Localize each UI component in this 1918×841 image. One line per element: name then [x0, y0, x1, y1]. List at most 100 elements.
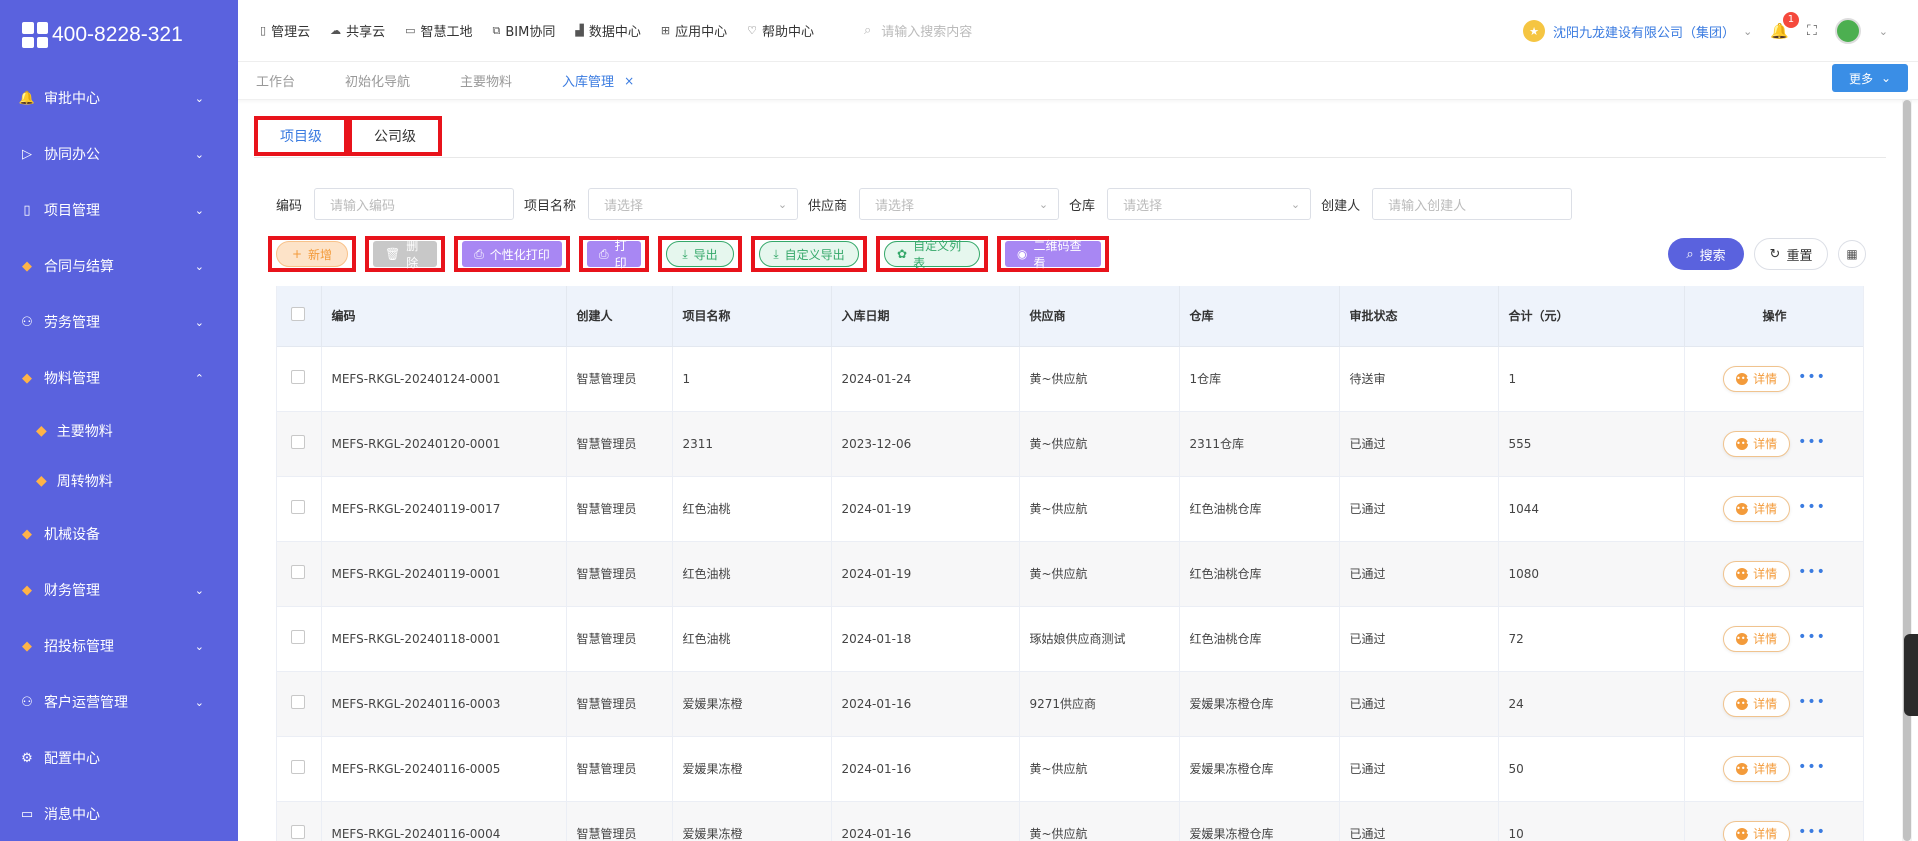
cell-project: 爱媛果冻橙	[672, 801, 832, 841]
sidebar-subitem-1[interactable]: ◆ 周转物料	[0, 456, 238, 506]
chevron-down-icon: ⌄	[1880, 71, 1892, 85]
chevron-down-icon[interactable]: ⌄	[1879, 25, 1888, 38]
custom-export-button[interactable]: ⤓ 自定义导出	[759, 241, 859, 267]
project-select[interactable]: 请选择 ⌄	[588, 188, 799, 220]
search-button[interactable]: ⌕ 搜索	[1668, 238, 1744, 270]
tab-3[interactable]: 入库管理 ×	[562, 71, 634, 91]
column-header[interactable]: 供应商	[1019, 286, 1180, 347]
column-header[interactable]: 项目名称	[672, 286, 832, 347]
row-checkbox[interactable]	[291, 370, 305, 384]
print-button[interactable]: ⎙ 打印	[587, 239, 641, 270]
more-options-icon[interactable]: •••	[1798, 759, 1826, 775]
sidebar-item-4[interactable]: ⚇ 劳务管理 ⌄	[0, 294, 238, 350]
page-scrollbar[interactable]	[1902, 100, 1912, 841]
new-button[interactable]: + 新增	[276, 241, 348, 267]
tab-project-level[interactable]: 项目级	[254, 116, 348, 156]
cell-warehouse: 红色油桃仓库	[1179, 541, 1340, 607]
sidebar-item-0[interactable]: 🔔 审批中心 ⌄	[0, 70, 238, 126]
select-all-checkbox[interactable]	[291, 307, 305, 322]
sidebar-item-1[interactable]: ◆ 财务管理 ⌄	[0, 562, 238, 618]
detail-button[interactable]: ••• 详情	[1723, 690, 1791, 717]
warehouse-select[interactable]: 请选择 ⌄	[1107, 188, 1312, 220]
topnav-item-5[interactable]: ⊞ 应用中心	[661, 21, 727, 40]
more-options-icon[interactable]: •••	[1798, 434, 1826, 450]
topnav-item-1[interactable]: ☁ 共享云	[330, 21, 385, 40]
cell-creator: 智慧管理员	[566, 346, 673, 412]
supplier-select[interactable]: 请选择 ⌄	[859, 188, 1060, 220]
tab-company-level[interactable]: 公司级	[348, 116, 442, 156]
custom-list-button[interactable]: ✿ 自定义列表	[884, 239, 980, 270]
logo[interactable]: 400-8228-321	[0, 0, 238, 70]
reset-button[interactable]: ↻ 重置	[1754, 238, 1828, 270]
creator-input[interactable]: 请输入创建人	[1372, 188, 1573, 220]
more-options-icon[interactable]: •••	[1798, 694, 1826, 710]
qr-view-button[interactable]: ◉ 二维码查看	[1005, 239, 1101, 270]
scrollbar-thumb[interactable]	[1903, 100, 1911, 841]
cell-supplier: 黄~供应航	[1019, 541, 1180, 607]
sidebar-item-5[interactable]: ▭ 消息中心	[0, 786, 238, 841]
more-options-icon[interactable]: •••	[1798, 629, 1826, 645]
topnav-item-3[interactable]: ⧉ BIM协同	[493, 21, 556, 41]
notification-bell[interactable]: 🔔 1	[1770, 12, 1799, 40]
row-checkbox[interactable]	[291, 435, 305, 449]
column-header[interactable]: 仓库	[1179, 286, 1340, 347]
chevron-down-icon: ⌄	[194, 315, 204, 329]
diamond-icon: ◆	[22, 370, 32, 386]
tab-0[interactable]: 工作台	[256, 71, 295, 90]
detail-button[interactable]: ••• 详情	[1723, 560, 1791, 587]
column-header[interactable]: 审批状态	[1339, 286, 1499, 347]
column-header[interactable]: 入库日期	[831, 286, 1020, 347]
detail-button[interactable]: ••• 详情	[1723, 430, 1791, 457]
fullscreen-icon[interactable]: ⛶	[1807, 23, 1817, 39]
more-options-icon[interactable]: •••	[1798, 824, 1826, 840]
row-checkbox[interactable]	[291, 825, 305, 839]
row-checkbox[interactable]	[291, 500, 305, 514]
sidebar-item-3[interactable]: ⚇ 客户运营管理 ⌄	[0, 674, 238, 730]
top-search-input[interactable]: 请输入搜索内容	[881, 21, 972, 40]
column-header[interactable]: 编码	[321, 286, 567, 347]
tab-label: 工作台	[256, 75, 296, 90]
column-header[interactable]: 创建人	[566, 286, 673, 347]
sidebar-item-2[interactable]: ▯ 项目管理 ⌄	[0, 182, 238, 238]
detail-button[interactable]: ••• 详情	[1723, 365, 1791, 392]
company-switcher[interactable]: ★ 沈阳九龙建设有限公司（集团） ⌄	[1523, 20, 1752, 42]
tab-1[interactable]: 初始化导航	[345, 71, 410, 90]
column-header[interactable]: 合计（元）	[1498, 286, 1685, 347]
row-checkbox[interactable]	[291, 630, 305, 644]
sidebar-item-4[interactable]: ⚙ 配置中心	[0, 730, 238, 786]
close-icon[interactable]: ×	[624, 74, 634, 88]
more-options-icon[interactable]: •••	[1798, 369, 1826, 385]
sidebar-item-5[interactable]: ◆ 物料管理 ⌃	[0, 350, 238, 406]
book-icon: ▯	[23, 202, 31, 218]
delete-button[interactable]: 🗑 删除	[373, 239, 437, 270]
row-checkbox-cell	[277, 606, 322, 672]
row-checkbox[interactable]	[291, 565, 305, 579]
code-input[interactable]: 请输入编码	[314, 188, 515, 220]
tab-2[interactable]: 主要物料	[460, 71, 512, 90]
sidebar-item-3[interactable]: ◆ 合同与结算 ⌄	[0, 238, 238, 294]
topnav-item-4[interactable]: ▟ 数据中心	[575, 21, 640, 40]
more-options-icon[interactable]: •••	[1798, 564, 1826, 580]
row-checkbox[interactable]	[291, 760, 305, 774]
custom-print-button[interactable]: ⎙ 个性化打印	[462, 241, 562, 267]
top-search[interactable]: ⌕ 请输入搜索内容	[864, 21, 972, 40]
more-options-icon[interactable]: •••	[1798, 499, 1826, 515]
more-button[interactable]: 更多 ⌄	[1832, 64, 1908, 92]
topnav-item-0[interactable]: ▯ 管理云	[260, 21, 310, 40]
sidebar-item-2[interactable]: ◆ 招投标管理 ⌄	[0, 618, 238, 674]
detail-button[interactable]: ••• 详情	[1723, 495, 1791, 522]
sidebar-item-0[interactable]: ◆ 机械设备	[0, 506, 238, 562]
cell-warehouse: 2311仓库	[1179, 411, 1340, 477]
row-checkbox[interactable]	[291, 695, 305, 709]
detail-button[interactable]: ••• 详情	[1723, 820, 1791, 841]
avatar[interactable]	[1834, 18, 1861, 44]
export-button[interactable]: ⤓ 导出	[666, 241, 734, 267]
column-settings-icon[interactable]: ▦	[1838, 240, 1866, 268]
topnav-item-6[interactable]: ♡ 帮助中心	[747, 21, 814, 40]
detail-button[interactable]: ••• 详情	[1723, 755, 1791, 782]
sidebar-item-1[interactable]: ▷ 协同办公 ⌄	[0, 126, 238, 182]
detail-button[interactable]: ••• 详情	[1723, 625, 1791, 652]
sidebar-subitem-0[interactable]: ◆ 主要物料	[0, 406, 238, 456]
side-panel-handle[interactable]	[1904, 634, 1918, 716]
topnav-item-2[interactable]: ▭ 智慧工地	[405, 21, 472, 40]
